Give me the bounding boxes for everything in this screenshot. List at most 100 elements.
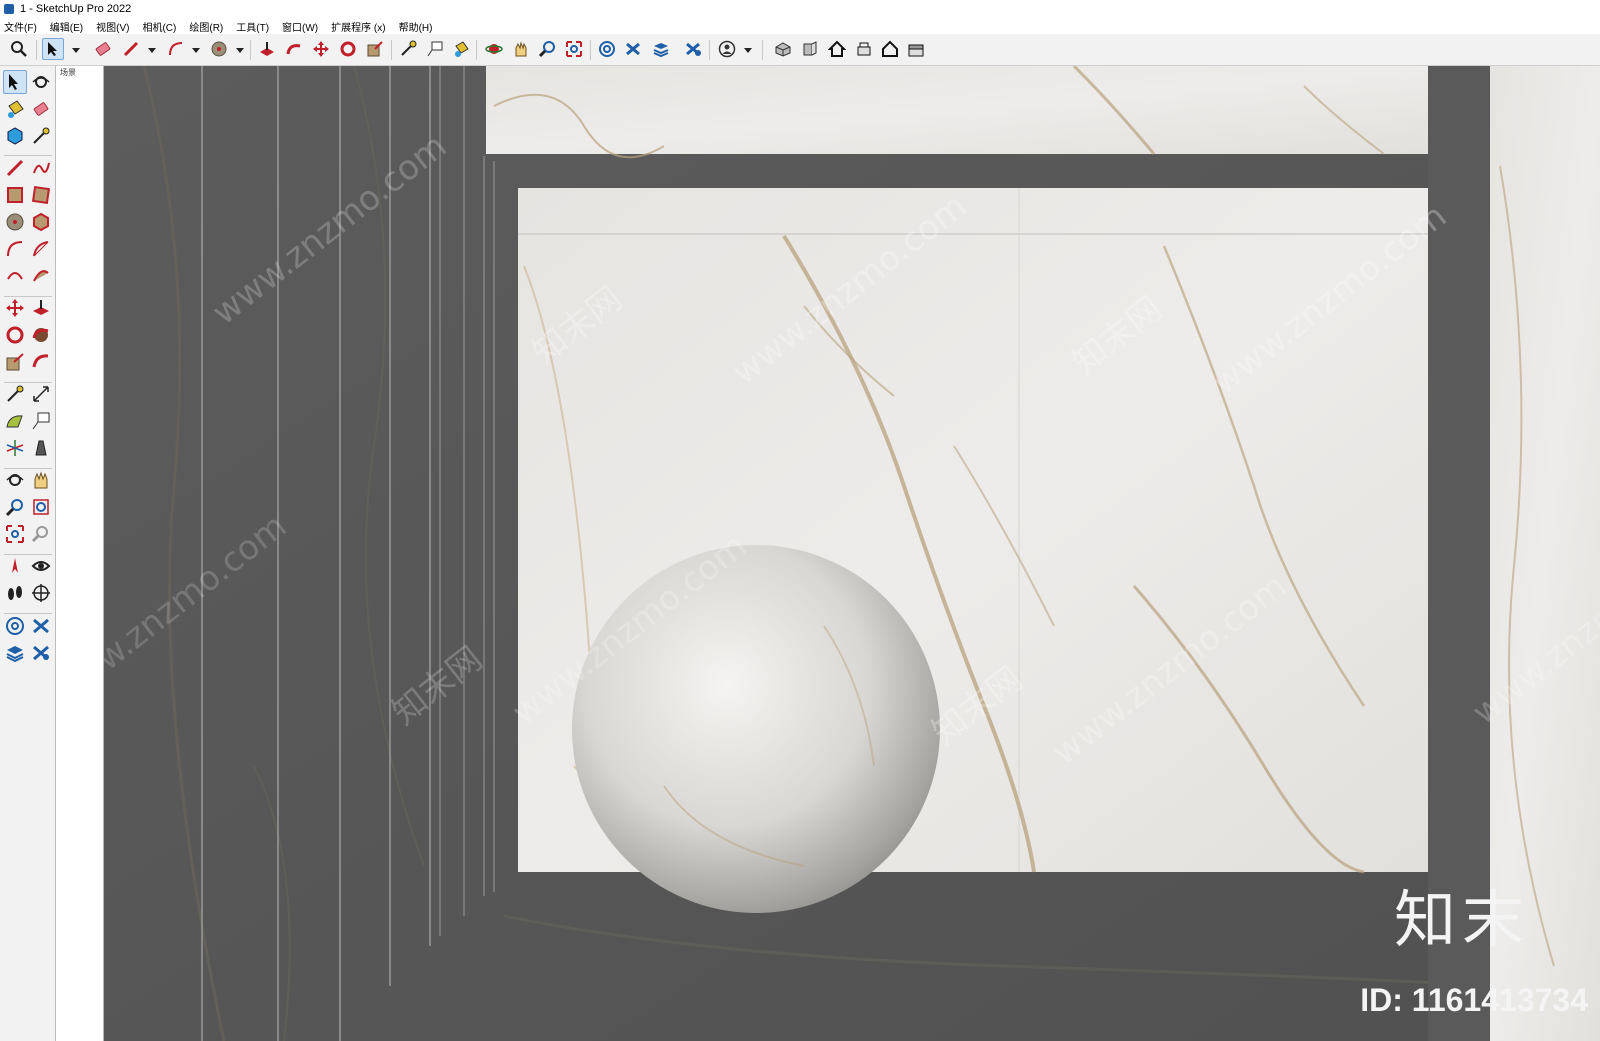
dimension-icon[interactable] bbox=[29, 382, 53, 406]
line-dropdown-icon[interactable] bbox=[148, 48, 156, 53]
rectangle-icon[interactable] bbox=[3, 183, 27, 207]
two-point-arc-icon[interactable] bbox=[3, 264, 27, 288]
previous-view-icon[interactable] bbox=[29, 522, 53, 546]
offset-icon[interactable] bbox=[29, 350, 53, 374]
follow-me-icon[interactable] bbox=[29, 323, 53, 347]
axes-icon[interactable] bbox=[3, 436, 27, 460]
large-tool-set bbox=[0, 66, 56, 1041]
model-id-label: ID: 1161413734 bbox=[1360, 982, 1588, 1018]
pie-icon[interactable] bbox=[29, 237, 53, 261]
text-icon[interactable] bbox=[424, 38, 446, 60]
warehouse-icon[interactable] bbox=[596, 38, 618, 60]
component-icon[interactable] bbox=[3, 124, 27, 148]
scale-icon[interactable] bbox=[364, 38, 386, 60]
menu-tools[interactable]: 工具(T) bbox=[236, 19, 269, 34]
three-point-arc-icon[interactable] bbox=[29, 264, 53, 288]
model-render: www.znzmo.com www.znzmo.com www.znzmo.co… bbox=[104, 66, 1600, 1041]
paint-bucket-icon[interactable] bbox=[450, 38, 472, 60]
orbit-icon[interactable] bbox=[29, 70, 53, 94]
top-marble-panel bbox=[486, 66, 1428, 154]
menu-view[interactable]: 视图(V) bbox=[96, 19, 129, 34]
select-dropdown-icon[interactable] bbox=[72, 48, 80, 53]
house-icon[interactable] bbox=[879, 38, 901, 60]
layers-icon[interactable] bbox=[3, 641, 27, 665]
menu-file[interactable]: 文件(F) bbox=[4, 19, 37, 34]
tape-measure-icon[interactable] bbox=[3, 382, 27, 406]
account-icon[interactable] bbox=[716, 38, 738, 60]
home-icon[interactable] bbox=[826, 38, 848, 60]
outliner-icon[interactable] bbox=[682, 38, 704, 60]
account-dropdown-icon[interactable] bbox=[744, 48, 752, 53]
menu-help[interactable]: 帮助(H) bbox=[399, 19, 433, 34]
select-icon[interactable] bbox=[42, 38, 64, 60]
freehand-icon[interactable] bbox=[29, 156, 53, 180]
menu-draw[interactable]: 绘图(R) bbox=[189, 19, 223, 34]
orbit-icon[interactable] bbox=[3, 468, 27, 492]
layers-icon[interactable] bbox=[650, 38, 672, 60]
pencil-line-icon[interactable] bbox=[3, 156, 27, 180]
scene-tab[interactable]: 场景 bbox=[60, 67, 76, 78]
orbit-icon[interactable] bbox=[483, 38, 505, 60]
brand-logo-text: 知末 bbox=[1393, 883, 1530, 956]
arc-icon[interactable] bbox=[165, 38, 187, 60]
scene-panel: 场景 bbox=[56, 66, 104, 1041]
model-viewport[interactable]: www.znzmo.com www.znzmo.com www.znzmo.co… bbox=[104, 66, 1600, 1041]
back-view-icon[interactable] bbox=[905, 38, 927, 60]
push-pull-icon[interactable] bbox=[29, 296, 53, 320]
protractor-icon[interactable] bbox=[3, 409, 27, 433]
extension-manager-icon[interactable] bbox=[29, 641, 53, 665]
zoom-extents-icon[interactable] bbox=[563, 38, 585, 60]
pan-icon[interactable] bbox=[29, 468, 53, 492]
tape-measure-icon[interactable] bbox=[397, 38, 419, 60]
circle-icon[interactable] bbox=[208, 38, 230, 60]
section-plane-icon[interactable] bbox=[29, 581, 53, 605]
extension-icon[interactable] bbox=[622, 38, 644, 60]
push-pull-icon[interactable] bbox=[256, 38, 278, 60]
circle-dropdown-icon[interactable] bbox=[236, 48, 244, 53]
main-toolbar bbox=[0, 34, 1600, 66]
rotate-icon[interactable] bbox=[3, 323, 27, 347]
tape-measure-icon[interactable] bbox=[29, 124, 53, 148]
position-camera-icon[interactable] bbox=[3, 554, 27, 578]
paint-bucket-icon[interactable] bbox=[3, 97, 27, 121]
move-icon[interactable] bbox=[3, 296, 27, 320]
zoom-tool-icon[interactable] bbox=[3, 495, 27, 519]
window-title: 1 - SketchUp Pro 2022 bbox=[20, 3, 132, 15]
sketchup-logo-icon bbox=[4, 4, 14, 14]
rotate-icon[interactable] bbox=[337, 38, 359, 60]
pencil-line-icon[interactable] bbox=[120, 38, 142, 60]
pan-icon[interactable] bbox=[510, 38, 532, 60]
arc-dropdown-icon[interactable] bbox=[192, 48, 200, 53]
walk-icon[interactable] bbox=[3, 581, 27, 605]
follow-me-icon[interactable] bbox=[283, 38, 305, 60]
marble-sphere bbox=[572, 545, 940, 913]
menu-extensions[interactable]: 扩展程序 (x) bbox=[331, 19, 385, 34]
sketchup-window: 1 - SketchUp Pro 2022 文件(F) 编辑(E) 视图(V) … bbox=[0, 0, 1600, 1041]
title-bar: 1 - SketchUp Pro 2022 bbox=[0, 0, 1600, 18]
iso-view-icon[interactable] bbox=[772, 38, 794, 60]
zoom-icon[interactable] bbox=[8, 38, 30, 60]
3d-text-icon[interactable] bbox=[29, 436, 53, 460]
zoom-tool-icon[interactable] bbox=[536, 38, 558, 60]
extension-icon[interactable] bbox=[29, 614, 53, 638]
warehouse-icon[interactable] bbox=[3, 614, 27, 638]
text-icon[interactable] bbox=[29, 409, 53, 433]
section-icon[interactable] bbox=[853, 38, 875, 60]
menu-camera[interactable]: 相机(C) bbox=[142, 19, 176, 34]
scale-icon[interactable] bbox=[3, 350, 27, 374]
menu-window[interactable]: 窗口(W) bbox=[282, 19, 318, 34]
eraser-icon[interactable] bbox=[29, 97, 53, 121]
circle-icon[interactable] bbox=[3, 210, 27, 234]
zoom-window-icon[interactable] bbox=[29, 495, 53, 519]
move-icon[interactable] bbox=[310, 38, 332, 60]
look-around-icon[interactable] bbox=[29, 554, 53, 578]
menu-edit[interactable]: 编辑(E) bbox=[50, 19, 83, 34]
menu-bar: 文件(F) 编辑(E) 视图(V) 相机(C) 绘图(R) 工具(T) 窗口(W… bbox=[0, 18, 1600, 34]
eraser-icon[interactable] bbox=[92, 38, 114, 60]
zoom-extents-icon[interactable] bbox=[3, 522, 27, 546]
rotated-rectangle-icon[interactable] bbox=[29, 183, 53, 207]
select-icon[interactable] bbox=[3, 70, 27, 94]
arc-icon[interactable] bbox=[3, 237, 27, 261]
front-view-icon[interactable] bbox=[799, 38, 821, 60]
polygon-icon[interactable] bbox=[29, 210, 53, 234]
